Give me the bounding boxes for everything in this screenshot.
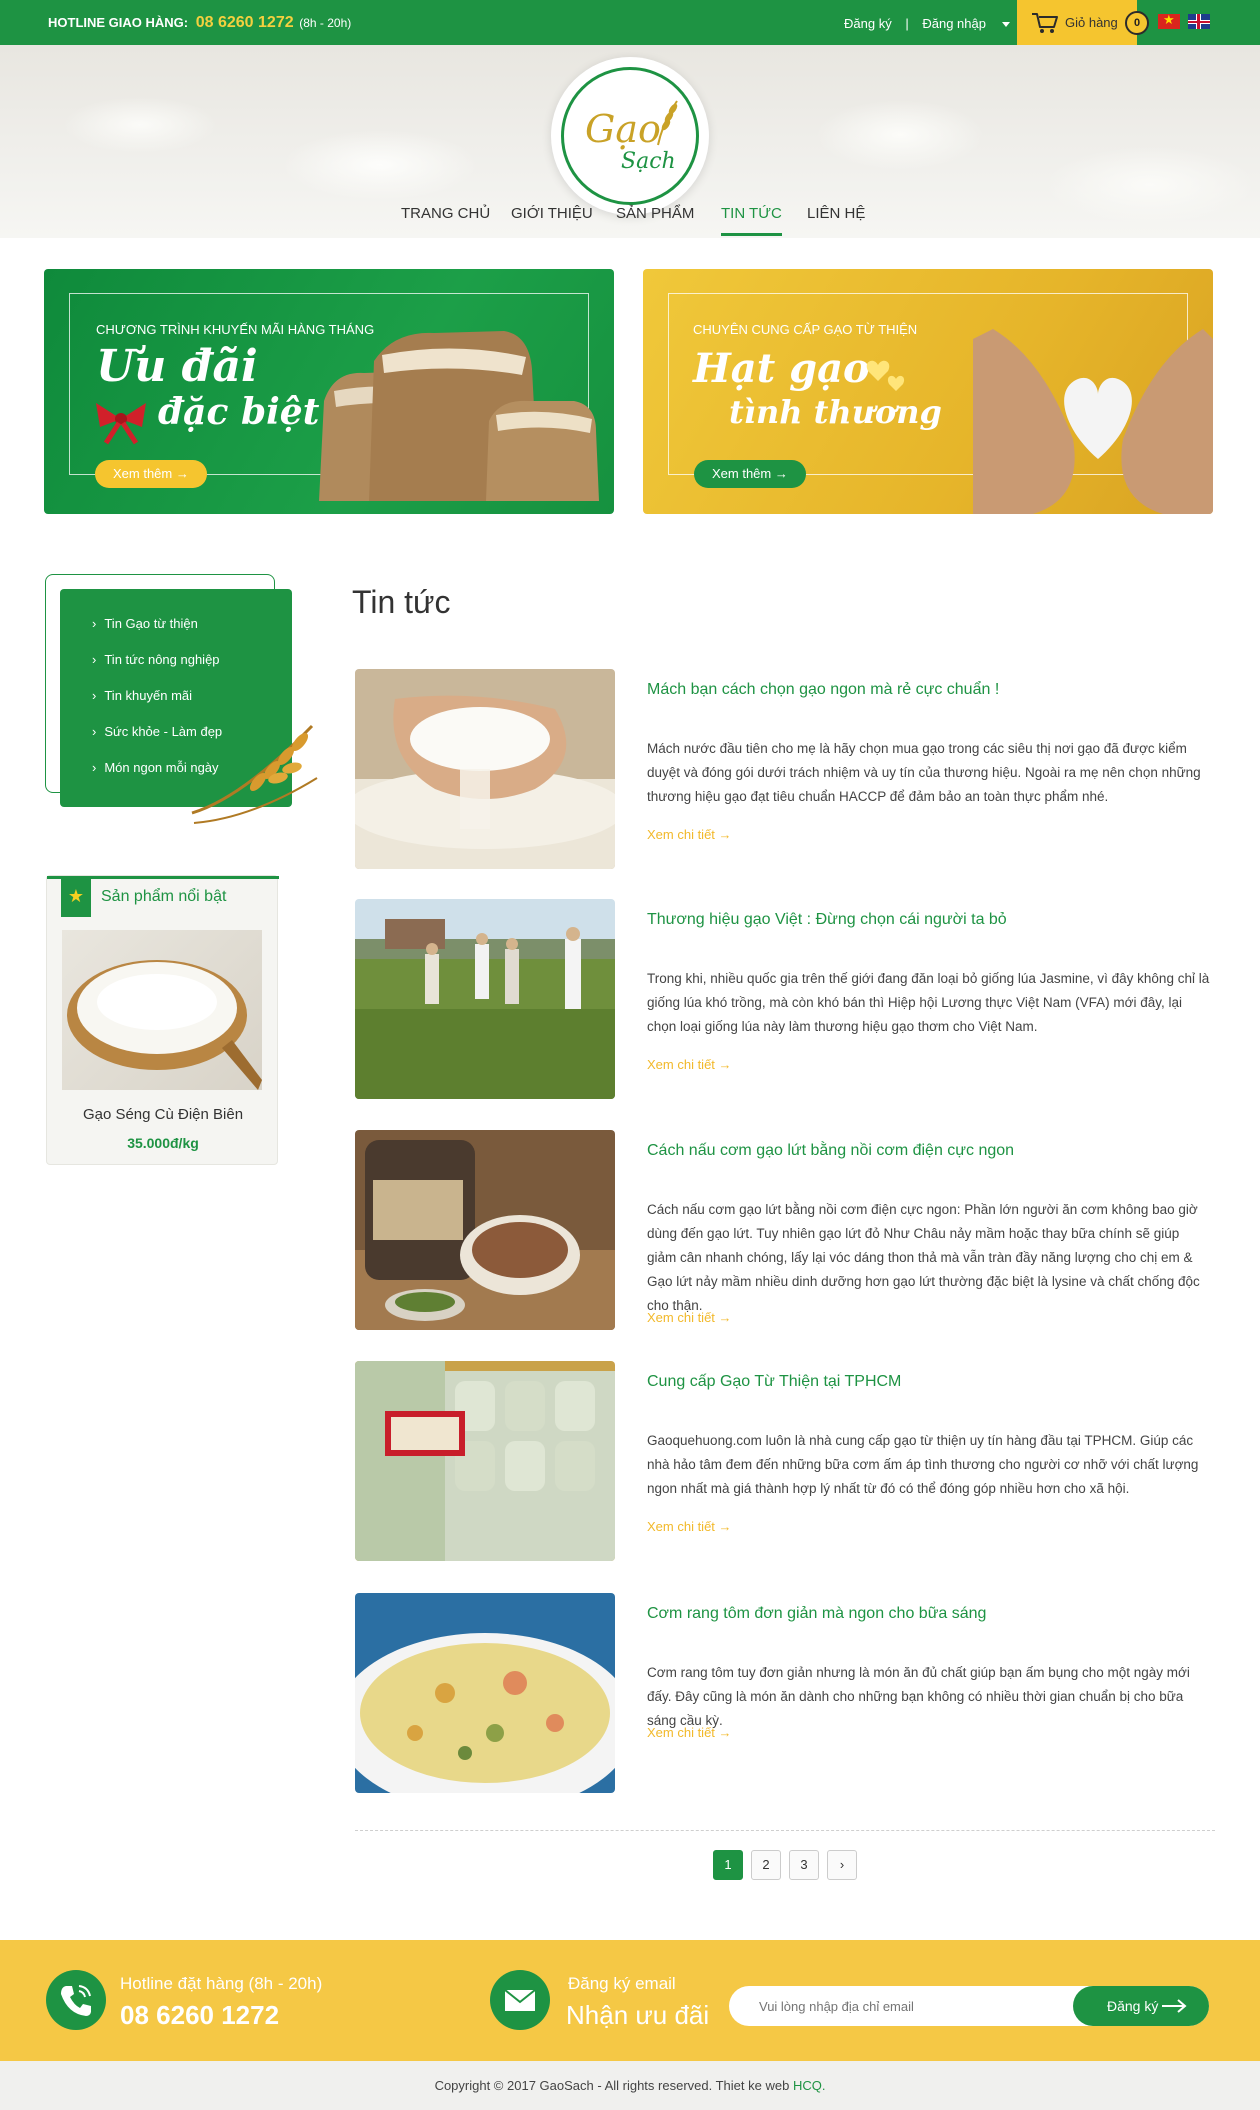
banner-cta-button[interactable]: Xem thêm → bbox=[95, 460, 207, 488]
product-price: 35.000đ/kg bbox=[127, 1135, 199, 1151]
arrow-right-icon: › bbox=[92, 652, 97, 667]
nav-about[interactable]: GIỚI THIỆU bbox=[511, 205, 593, 222]
nav-products[interactable]: SẢN PHẨM bbox=[616, 205, 694, 222]
news-post: Cơm rang tôm đơn giản mà ngon cho bữa sá… bbox=[355, 1593, 1215, 1793]
phone-icon bbox=[46, 1970, 106, 2030]
featured-product-box: ★ Sản phẩm nổi bật Gạo Séng Cù Điện Biên… bbox=[46, 875, 279, 1165]
banner-subtitle: CHUYÊN CUNG CẤP GẠO TỪ THIỆN bbox=[693, 322, 918, 337]
post-thumbnail[interactable] bbox=[355, 1130, 615, 1330]
cart-count-badge: 0 bbox=[1125, 11, 1149, 35]
cart-icon bbox=[1032, 13, 1058, 33]
banner-title-2: đặc biệt bbox=[158, 391, 320, 433]
promo-banner[interactable]: CHƯƠNG TRÌNH KHUYẾN MÃI HÀNG THÁNG Ưu đã… bbox=[44, 269, 614, 514]
news-post: Thương hiệu gạo Việt : Đừng chọn cái ngư… bbox=[355, 899, 1215, 1099]
post-title[interactable]: Cơm rang tôm đơn giản mà ngon cho bữa sá… bbox=[647, 1605, 986, 1623]
banner-cta-button[interactable]: Xem thêm → bbox=[694, 460, 806, 488]
post-excerpt: Cơm rang tôm tuy đơn giản nhưng là món ă… bbox=[647, 1665, 1190, 1728]
post-excerpt: Trong khi, nhiều quốc gia trên thế giới … bbox=[647, 971, 1210, 1034]
product-name[interactable]: Gạo Séng Cù Điện Biên bbox=[47, 1106, 279, 1123]
post-thumbnail[interactable] bbox=[355, 1361, 615, 1561]
top-bar: HOTLINE GIAO HÀNG: 08 6260 1272 (8h - 20… bbox=[0, 0, 1260, 45]
pagination-page-1[interactable]: 1 bbox=[713, 1850, 743, 1880]
register-link[interactable]: Đăng ký bbox=[844, 16, 892, 31]
post-thumbnail[interactable] bbox=[355, 669, 615, 869]
hotline-label: HOTLINE GIAO HÀNG: bbox=[48, 15, 189, 30]
designer-link[interactable]: HCQ. bbox=[793, 2078, 826, 2093]
arrow-right-icon: › bbox=[92, 724, 97, 739]
category-item-promotion[interactable]: › Tin khuyến mãi bbox=[92, 688, 192, 703]
charity-banner[interactable]: CHUYÊN CUNG CẤP GẠO TỪ THIỆN Hạt gạo tìn… bbox=[643, 269, 1213, 514]
auth-separator: | bbox=[905, 16, 909, 31]
mail-icon bbox=[490, 1970, 550, 2030]
email-subscribe-label: Đăng ký bbox=[1107, 1998, 1159, 2014]
cart-label: Giỏ hàng bbox=[1065, 15, 1118, 30]
hearts-icon bbox=[866, 360, 905, 391]
red-bow-icon bbox=[96, 403, 146, 445]
chevron-down-icon[interactable] bbox=[1001, 22, 1010, 28]
logo-text-bottom: Sạch bbox=[621, 149, 676, 174]
hotline-top: HOTLINE GIAO HÀNG: 08 6260 1272 (8h - 20… bbox=[48, 14, 351, 32]
logo-text-top: Gạo bbox=[585, 107, 661, 151]
footer-hotline-number[interactable]: 08 6260 1272 bbox=[120, 2000, 279, 2031]
post-thumbnail[interactable] bbox=[355, 1593, 615, 1793]
banner-title-1: Hạt gạo bbox=[693, 345, 870, 392]
hands-rice-image bbox=[973, 329, 1213, 514]
category-label: Tin khuyến mãi bbox=[104, 688, 193, 703]
email-subscribe-button[interactable]: Đăng ký bbox=[1073, 1986, 1209, 2026]
read-more-link[interactable]: Xem chi tiết → bbox=[647, 827, 732, 842]
arrow-right-icon bbox=[1162, 1999, 1187, 2013]
news-post: Cách nấu cơm gạo lứt bằng nồi cơm điện c… bbox=[355, 1130, 1215, 1330]
news-post: Mách bạn cách chọn gạo ngon mà rẻ cực ch… bbox=[355, 669, 1215, 869]
post-thumbnail[interactable] bbox=[355, 899, 615, 1099]
pagination-next-button[interactable]: › bbox=[827, 1850, 857, 1880]
post-title[interactable]: Thương hiệu gạo Việt : Đừng chọn cái ngư… bbox=[647, 911, 1007, 929]
footer-email-label: Đăng ký email bbox=[568, 1974, 676, 1993]
hotline-number[interactable]: 08 6260 1272 bbox=[196, 14, 294, 31]
product-image[interactable] bbox=[62, 930, 262, 1090]
copyright-text: Copyright © 2017 GaoSach - All rights re… bbox=[0, 2078, 1260, 2093]
post-title[interactable]: Mách bạn cách chọn gạo ngon mà rẻ cực ch… bbox=[647, 681, 999, 699]
banner-title-1: Ưu đãi bbox=[96, 341, 258, 392]
hotline-hours: (8h - 20h) bbox=[299, 16, 352, 30]
uk-flag-icon[interactable] bbox=[1188, 14, 1210, 29]
copyright-bar: Copyright © 2017 GaoSach - All rights re… bbox=[0, 2061, 1260, 2110]
rice-stalk-icon bbox=[657, 100, 678, 146]
nav-news[interactable]: TIN TỨC bbox=[721, 205, 782, 236]
star-icon: ★ bbox=[61, 879, 91, 917]
post-title[interactable]: Cách nấu cơm gạo lứt bằng nồi cơm điện c… bbox=[647, 1142, 1014, 1160]
cart-button[interactable]: Giỏ hàng 0 bbox=[1017, 0, 1149, 45]
category-item-agriculture[interactable]: › Tin tức nông nghiệp bbox=[92, 652, 220, 667]
read-more-link[interactable]: Xem chi tiết → bbox=[647, 1310, 732, 1325]
post-title[interactable]: Cung cấp Gạo Từ Thiện tại TPHCM bbox=[647, 1373, 901, 1391]
pagination-divider bbox=[355, 1830, 1215, 1831]
nav-home[interactable]: TRANG CHỦ bbox=[401, 205, 490, 222]
auth-links: Đăng ký | Đăng nhập bbox=[844, 16, 1010, 31]
page-title: Tin tức bbox=[352, 584, 451, 620]
read-more-link[interactable]: Xem chi tiết → bbox=[647, 1057, 732, 1072]
read-more-link[interactable]: Xem chi tiết → bbox=[647, 1725, 732, 1740]
arrow-right-icon: › bbox=[92, 616, 97, 631]
footer-email-title: Nhận ưu đãi bbox=[566, 2000, 710, 2030]
category-label: Tin Gạo từ thiện bbox=[104, 616, 198, 631]
featured-title: Sản phẩm nổi bật bbox=[101, 888, 227, 905]
nav-contact[interactable]: LIÊN HỆ bbox=[807, 205, 865, 222]
post-excerpt: Mách nước đầu tiên cho mẹ là hãy chọn mu… bbox=[647, 741, 1201, 804]
login-link[interactable]: Đăng nhập bbox=[922, 16, 986, 31]
news-post: Cung cấp Gạo Từ Thiện tại TPHCM Gaoquehu… bbox=[355, 1361, 1215, 1561]
post-excerpt: Gaoquehuong.com luôn là nhà cung cấp gạo… bbox=[647, 1433, 1199, 1496]
category-item-charity[interactable]: › Tin Gạo từ thiện bbox=[92, 616, 198, 631]
category-label: Tin tức nông nghiệp bbox=[104, 652, 220, 667]
footer-hotline-label: Hotline đặt hàng (8h - 20h) bbox=[120, 1974, 323, 1993]
pagination-page-2[interactable]: 2 bbox=[751, 1850, 781, 1880]
copyright-main: Copyright © 2017 GaoSach - All rights re… bbox=[434, 2078, 790, 2093]
pagination-page-3[interactable]: 3 bbox=[789, 1850, 819, 1880]
arrow-right-icon: › bbox=[92, 760, 97, 775]
vietnam-flag-icon[interactable] bbox=[1158, 12, 1180, 29]
wheat-decoration-icon bbox=[191, 724, 318, 824]
site-logo[interactable]: Gạo Sạch bbox=[551, 57, 709, 215]
rice-sacks-image bbox=[319, 331, 599, 501]
read-more-link[interactable]: Xem chi tiết → bbox=[647, 1519, 732, 1534]
post-excerpt: Cách nấu cơm gạo lứt bằng nồi cơm điện c… bbox=[647, 1202, 1200, 1313]
arrow-right-icon: › bbox=[92, 688, 97, 703]
